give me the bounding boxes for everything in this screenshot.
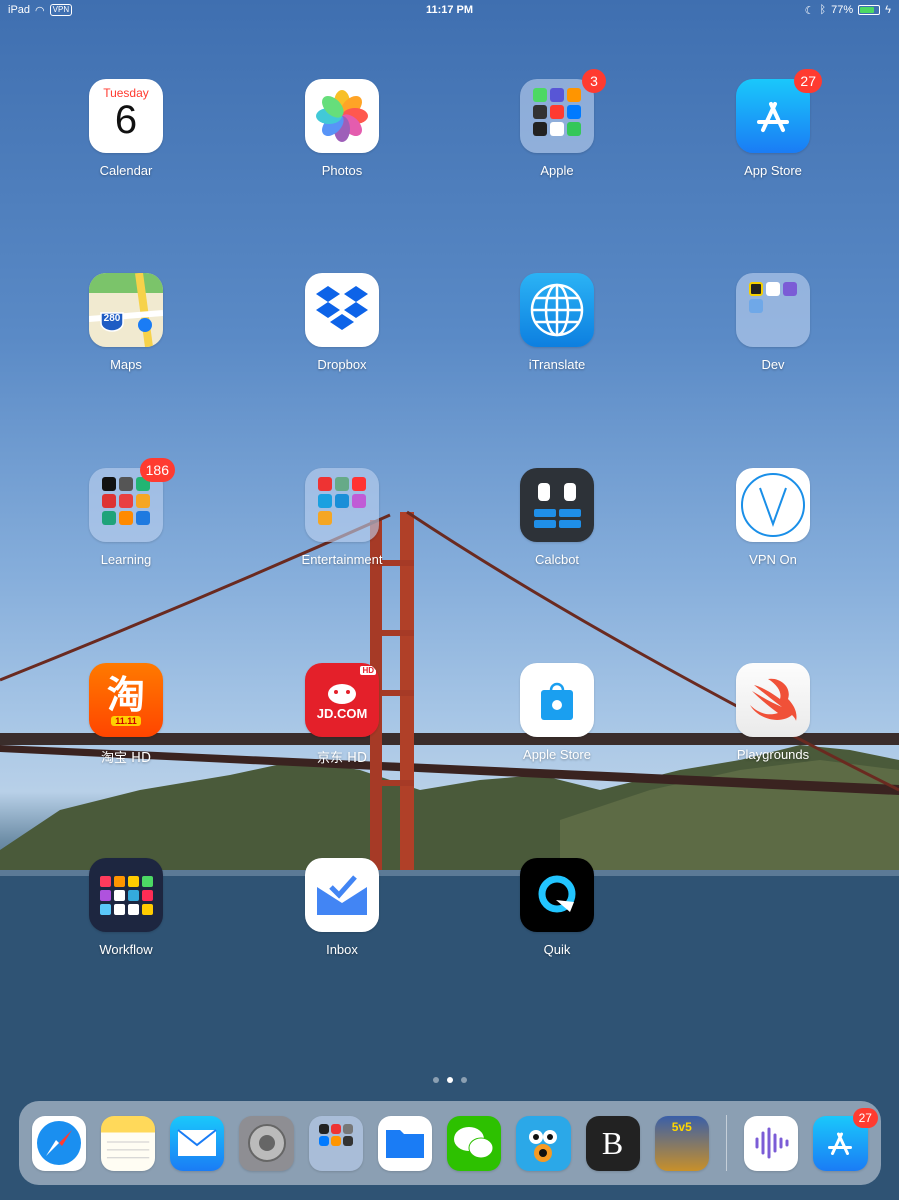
wifi-icon: ◠ <box>35 4 45 17</box>
app-label: iTranslate <box>528 357 586 372</box>
wechat-icon[interactable] <box>447 1115 502 1171</box>
dropbox-icon <box>305 273 379 347</box>
moon-icon: ☾ <box>804 4 815 17</box>
battery-icon <box>858 5 881 15</box>
app-label: Playgrounds <box>736 747 810 762</box>
photos-icon <box>305 79 379 153</box>
app-label: Maps <box>110 357 142 372</box>
mail-icon[interactable] <box>170 1115 225 1171</box>
app-label: Apple Store <box>523 747 591 762</box>
app-taobao-hd[interactable]: 淘 11.11 淘宝 HD <box>66 663 186 773</box>
status-bar: iPad ◠ VPN 11:17 PM ☾ ᛒ 77% ϟ <box>0 0 899 20</box>
app-jd-hd[interactable]: HD JD.COM 京东 HD <box>282 663 402 773</box>
app-label: Learning <box>100 552 152 567</box>
dock-separator <box>725 1115 727 1171</box>
device-name: iPad <box>8 4 31 16</box>
map-shield: 280 <box>104 313 121 324</box>
app-app-store[interactable]: 27 App Store <box>713 69 833 189</box>
notification-badge: 27 <box>852 1107 878 1128</box>
app-playgrounds[interactable]: Playgrounds <box>713 663 833 773</box>
workflow-icon <box>89 858 163 932</box>
app-itranslate[interactable]: iTranslate <box>497 273 617 383</box>
folder-icon <box>305 468 379 542</box>
folder-icon <box>520 79 594 153</box>
vpn-indicator: VPN <box>49 4 73 16</box>
notification-badge: 27 <box>794 69 822 93</box>
calcbot-icon <box>520 468 594 542</box>
app-label: Dropbox <box>317 357 367 372</box>
bear-icon[interactable]: B <box>585 1115 640 1171</box>
folder-dev[interactable]: Dev <box>713 273 833 383</box>
folder-apple[interactable]: 3 Apple <box>497 69 617 189</box>
app-label: Inbox <box>326 942 358 957</box>
tweetbot-icon[interactable] <box>516 1115 571 1171</box>
taobao-icon: 淘 11.11 <box>89 663 163 737</box>
app-label: Photos <box>321 163 363 178</box>
jd-text: JD.COM <box>316 705 368 721</box>
app-label: 淘宝 HD <box>101 751 151 766</box>
calendar-icon: Tuesday 6 <box>89 79 163 153</box>
globe-icon <box>520 273 594 347</box>
notification-badge: 3 <box>582 69 606 93</box>
notification-badge: 186 <box>139 458 175 482</box>
app-label: Calendar <box>99 163 153 178</box>
app-dropbox[interactable]: Dropbox <box>282 273 402 383</box>
calendar-date: 6 <box>114 98 138 142</box>
shopping-bag-icon <box>520 663 594 737</box>
app-label: Quik <box>543 942 571 957</box>
files-icon[interactable] <box>378 1115 433 1171</box>
app-vpn-on[interactable]: VPN On <box>713 468 833 578</box>
page-dot-current[interactable] <box>446 1077 453 1083</box>
page-indicator[interactable] <box>0 1077 899 1083</box>
app-maps[interactable]: 280 Maps <box>66 273 186 383</box>
jd-icon: HD JD.COM <box>305 663 379 737</box>
app-quik[interactable]: Quik <box>497 858 617 968</box>
app-label: Apple <box>540 163 574 178</box>
quik-icon <box>520 858 594 932</box>
page-dot[interactable] <box>460 1077 467 1083</box>
app-photos[interactable]: Photos <box>282 79 402 189</box>
folder-entertainment[interactable]: Entertainment <box>282 468 402 578</box>
inbox-icon <box>305 858 379 932</box>
app-label: 京东 HD <box>317 751 367 766</box>
app-inbox[interactable]: Inbox <box>282 858 402 968</box>
dock: B 5v5 27 <box>19 1101 881 1185</box>
podcast-icon[interactable] <box>743 1115 798 1171</box>
hd-tag: HD <box>360 666 376 675</box>
app-workflow[interactable]: Workflow <box>66 858 186 968</box>
taobao-glyph: 淘 <box>106 673 145 717</box>
safari-icon[interactable] <box>32 1115 87 1171</box>
clock: 11:17 PM <box>425 4 474 16</box>
taobao-sub: 11.11 <box>111 716 141 726</box>
folder-icon <box>736 273 810 347</box>
app-label: Calcbot <box>534 552 580 567</box>
app-label: Dev <box>761 357 785 372</box>
notes-icon[interactable] <box>101 1115 156 1171</box>
game-icon[interactable]: 5v5 <box>654 1115 709 1171</box>
app-apple-store[interactable]: Apple Store <box>497 663 617 773</box>
charging-icon: ϟ <box>885 4 891 16</box>
settings-icon[interactable] <box>239 1115 294 1171</box>
app-label: App Store <box>744 163 802 178</box>
app-calendar[interactable]: Tuesday 6 Calendar <box>66 79 186 189</box>
dock-folder-icon[interactable] <box>308 1115 364 1171</box>
page-dot[interactable] <box>432 1077 439 1083</box>
vpn-icon <box>736 468 810 542</box>
maps-icon: 280 <box>89 273 163 347</box>
app-label: Entertainment <box>301 552 383 567</box>
swift-icon <box>736 663 810 737</box>
battery-percent: 77% <box>831 4 854 16</box>
bluetooth-icon: ᛒ <box>819 4 827 16</box>
folder-learning[interactable]: 186 Learning <box>66 458 186 578</box>
app-label: VPN On <box>749 552 797 567</box>
app-calcbot[interactable]: Calcbot <box>497 468 617 578</box>
app-label: Workflow <box>99 942 153 957</box>
